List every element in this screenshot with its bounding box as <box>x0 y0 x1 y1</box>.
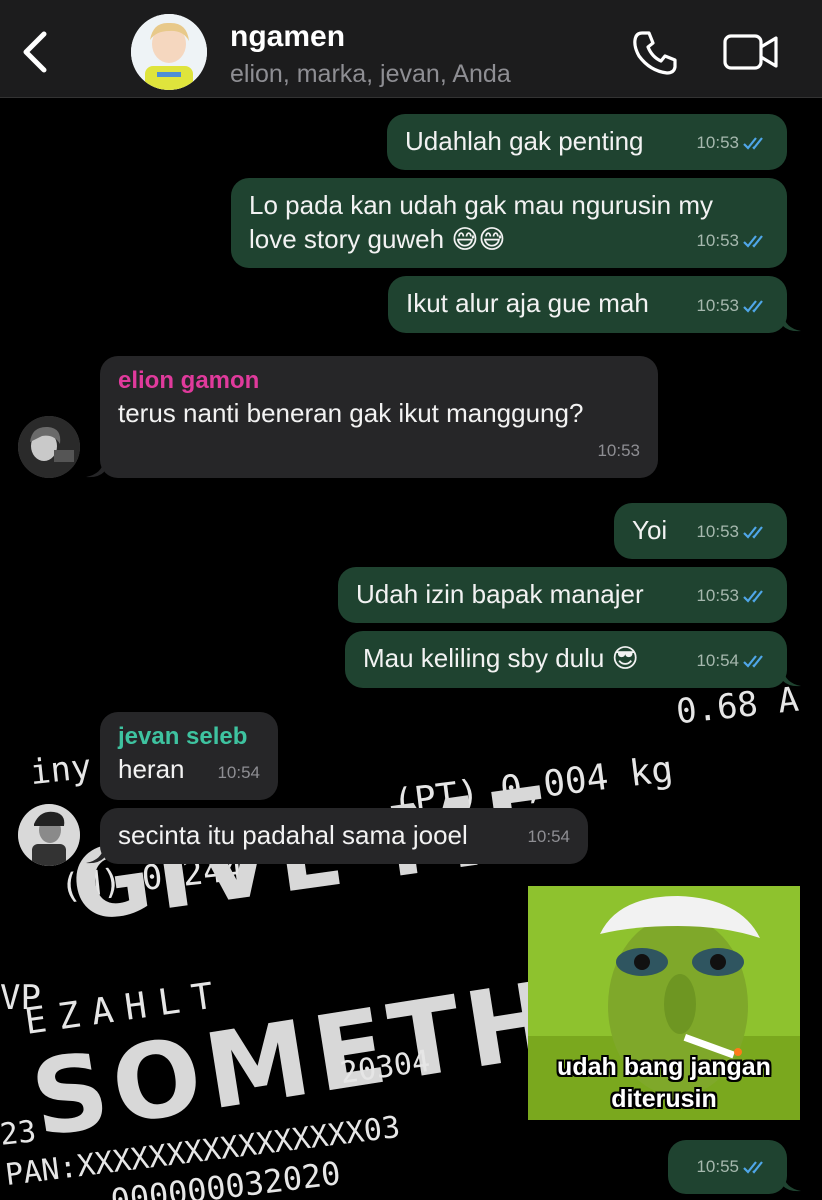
chat-participants[interactable]: elion, marka, jevan, Anda <box>230 60 511 89</box>
message-meta: 10:54 <box>696 644 769 678</box>
group-avatar-image <box>131 14 207 90</box>
message-bubble-outgoing[interactable]: Yoi 10:53 <box>614 503 787 559</box>
message-time: 10:54 <box>527 827 570 846</box>
message-text-line: Lo pada kan udah gak mau ngurusin my <box>249 190 713 220</box>
message-time: 10:53 <box>696 586 739 605</box>
message-bubble-incoming[interactable]: jevan seleb heran 10:54 <box>100 712 278 800</box>
message-text: terus nanti beneran gak ikut manggung? <box>118 398 584 428</box>
message-bubble-incoming[interactable]: secinta itu padahal sama jooel 10:54 <box>100 808 588 864</box>
sender-avatar-image <box>18 416 80 478</box>
double-check-icon <box>743 235 763 248</box>
message-bubble-outgoing[interactable]: Lo pada kan udah gak mau ngurusin my lov… <box>231 178 787 268</box>
message-meta: 10:53 <box>696 289 769 323</box>
message-text: Udah izin bapak manajer <box>356 579 644 609</box>
message-meta: 10:53 <box>696 515 769 549</box>
message-text: Yoi <box>632 515 668 545</box>
bubble-tail <box>783 314 801 332</box>
message-bubble-outgoing[interactable]: Mau keliling sby dulu 😎 10:54 <box>345 631 787 688</box>
double-check-icon <box>743 590 763 603</box>
video-camera-icon <box>723 34 778 70</box>
sender-avatar-image <box>18 804 80 866</box>
message-time: 10:53 <box>696 231 739 250</box>
wallpaper-text: iny <box>28 746 94 794</box>
bubble-tail <box>783 669 801 687</box>
video-call-button[interactable] <box>722 32 780 72</box>
message-bubble-outgoing[interactable]: 10:55 <box>668 1140 787 1194</box>
chevron-left-icon <box>23 31 47 73</box>
message-time: 10:53 <box>696 296 739 315</box>
bubble-tail <box>86 846 104 864</box>
sticker-caption: diterusin <box>611 1085 717 1113</box>
message-time: 10:54 <box>217 763 260 782</box>
sticker-caption: udah bang jangan <box>557 1053 771 1081</box>
double-check-icon <box>743 655 763 668</box>
sender-name[interactable]: jevan seleb <box>118 722 260 752</box>
voice-call-button[interactable] <box>630 28 680 78</box>
message-bubble-outgoing[interactable]: Udah izin bapak manajer 10:53 <box>338 567 787 623</box>
double-check-icon <box>743 300 763 313</box>
sender-name[interactable]: elion gamon <box>118 366 640 396</box>
sticker-image[interactable]: udah bang jangan diterusin <box>528 886 800 1120</box>
message-time: 10:53 <box>696 133 739 152</box>
message-bubble-incoming[interactable]: elion gamon terus nanti beneran gak ikut… <box>100 356 658 478</box>
chat-header: ngamen elion, marka, jevan, Anda <box>0 0 822 98</box>
message-meta: 10:53 <box>696 126 769 160</box>
message-meta: 10:53 <box>597 434 640 468</box>
message-text-line: love story guweh 😅😅 <box>249 224 506 254</box>
back-button[interactable] <box>16 28 56 76</box>
message-bubble-outgoing[interactable]: Udahlah gak penting 10:53 <box>387 114 787 170</box>
message-text: Mau keliling sby dulu 😎 <box>363 643 639 673</box>
double-check-icon <box>743 1161 763 1174</box>
group-avatar[interactable] <box>131 14 207 90</box>
message-text: Ikut alur aja gue mah <box>406 288 649 318</box>
message-text: secinta itu padahal sama jooel <box>118 820 468 850</box>
message-meta: 10:55 <box>696 1150 769 1184</box>
message-meta: 10:53 <box>696 224 769 258</box>
sender-avatar[interactable] <box>18 804 80 866</box>
message-meta: 10:53 <box>696 579 769 613</box>
message-meta: 10:54 <box>217 756 260 790</box>
message-time: 10:55 <box>696 1157 739 1176</box>
message-bubble-outgoing[interactable]: Ikut alur aja gue mah 10:53 <box>388 276 787 333</box>
message-time: 10:54 <box>696 651 739 670</box>
message-time: 10:53 <box>597 441 640 460</box>
message-meta: 10:54 <box>527 820 570 854</box>
double-check-icon <box>743 526 763 539</box>
bubble-tail <box>86 460 104 478</box>
bubble-tail <box>783 1174 801 1192</box>
sender-avatar[interactable] <box>18 416 80 478</box>
message-text: Udahlah gak penting <box>405 126 644 156</box>
phone-icon <box>633 31 677 75</box>
wallpaper-text: 23 <box>0 1114 38 1153</box>
message-time: 10:53 <box>696 522 739 541</box>
double-check-icon <box>743 137 763 150</box>
chat-title[interactable]: ngamen <box>230 20 345 54</box>
